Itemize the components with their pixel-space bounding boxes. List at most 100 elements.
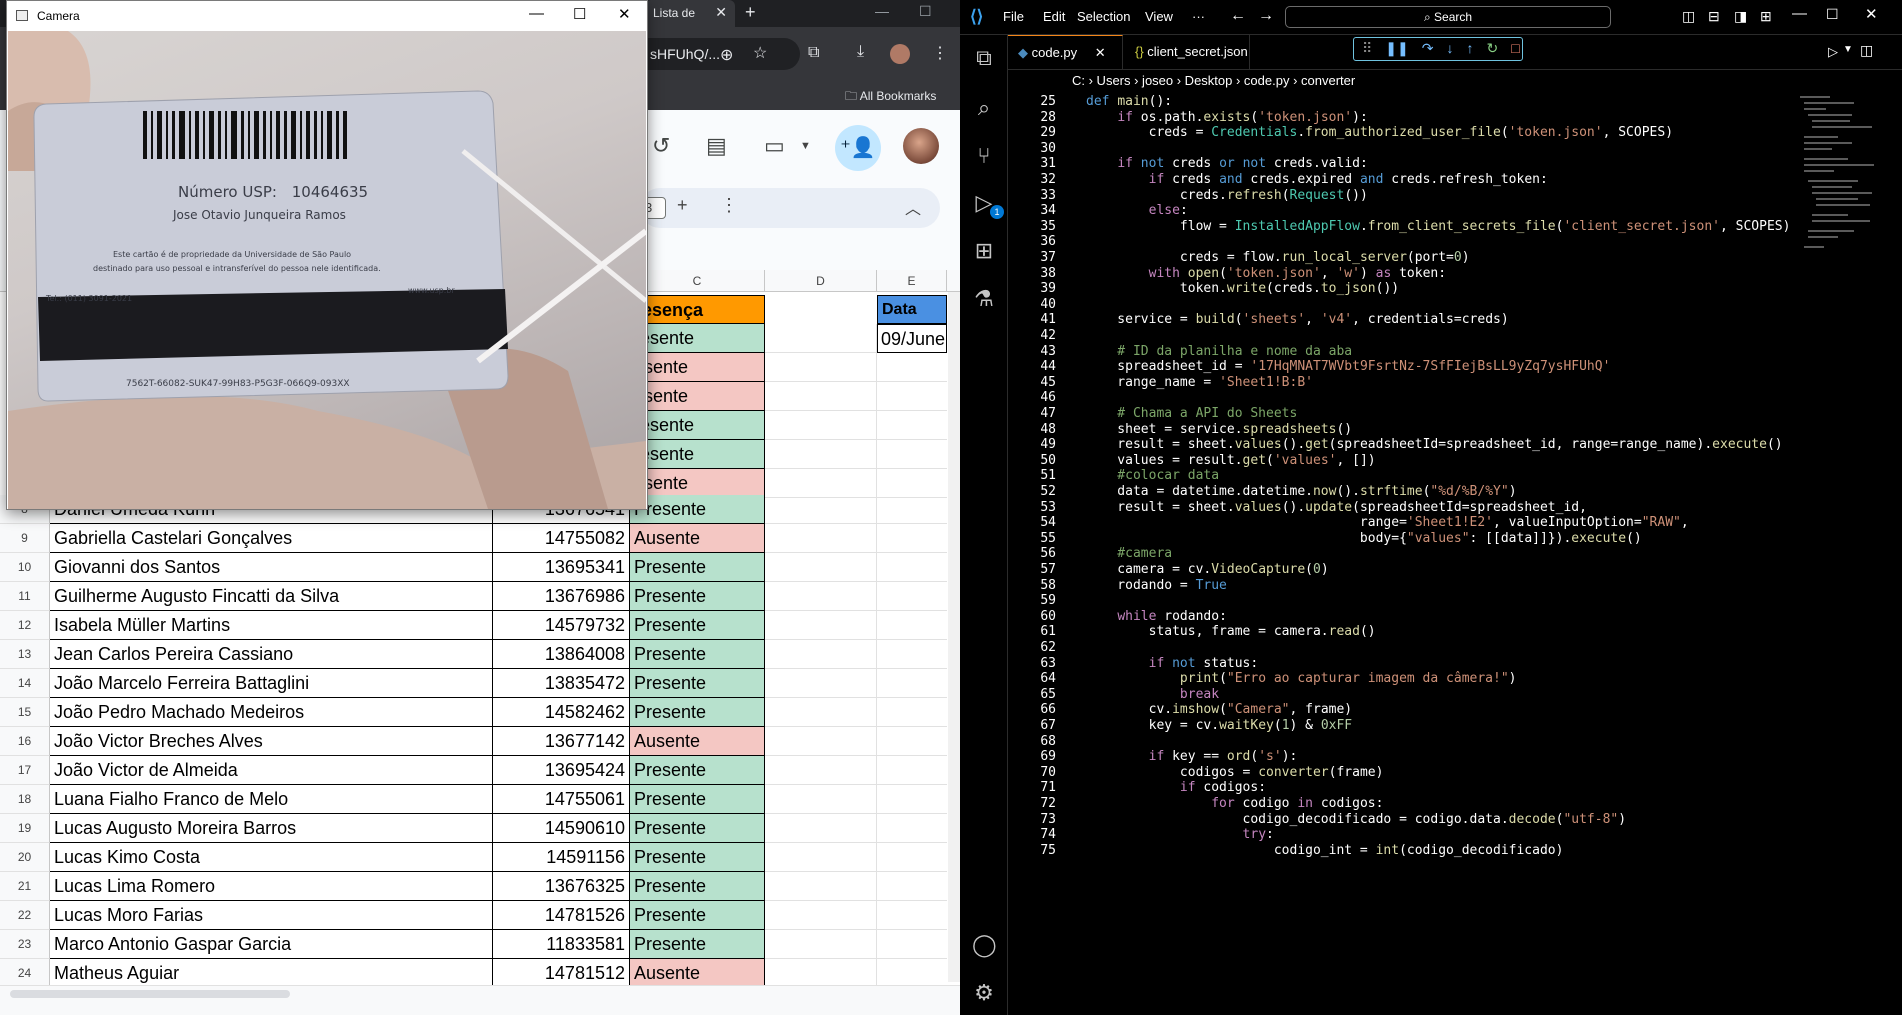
share-button[interactable]: ⁺👤: [835, 125, 881, 171]
name-cell[interactable]: Giovanni dos Santos: [50, 553, 493, 582]
name-cell[interactable]: Isabela Müller Martins: [50, 611, 493, 640]
code-line[interactable]: result = sheet.values().update(spreadshe…: [1086, 500, 1587, 515]
forward-arrow-icon[interactable]: →: [1258, 7, 1274, 25]
code-line[interactable]: creds = flow.run_local_server(port=0): [1086, 250, 1470, 265]
comments-icon[interactable]: ▤: [706, 133, 727, 159]
step-into-icon[interactable]: ↓: [1446, 40, 1453, 58]
code-line[interactable]: for codigo in codigos:: [1086, 796, 1383, 811]
gear-icon[interactable]: ⚙: [972, 980, 996, 1006]
code-line[interactable]: sheet = service.spreadsheets(): [1086, 422, 1352, 437]
status-cell[interactable]: Ausente: [630, 959, 765, 988]
status-cell[interactable]: resente: [630, 324, 765, 353]
close-icon[interactable]: ✕: [618, 5, 631, 23]
code-line[interactable]: camera = cv.VideoCapture(0): [1086, 562, 1328, 577]
usp-number-cell[interactable]: 13864008: [493, 640, 630, 669]
maximize-icon[interactable]: ☐: [919, 3, 932, 20]
code-line[interactable]: result = sheet.values().get(spreadsheetI…: [1086, 437, 1782, 452]
name-cell[interactable]: João Victor Breches Alves: [50, 727, 493, 756]
empty-cell[interactable]: [765, 814, 877, 843]
empty-cell[interactable]: [877, 930, 947, 959]
empty-cell[interactable]: [765, 756, 877, 785]
row-number[interactable]: 20: [0, 843, 50, 872]
usp-number-cell[interactable]: 13677142: [493, 727, 630, 756]
name-cell[interactable]: Lucas Kimo Costa: [50, 843, 493, 872]
row-number[interactable]: 21: [0, 872, 50, 901]
layout-sidebar-icon[interactable]: ◫: [1682, 8, 1695, 25]
status-cell[interactable]: Presente: [630, 611, 765, 640]
status-cell[interactable]: Presente: [630, 495, 765, 524]
status-cell[interactable]: resente: [630, 411, 765, 440]
empty-cell[interactable]: [877, 640, 947, 669]
name-cell[interactable]: Lucas Lima Romero: [50, 872, 493, 901]
usp-number-cell[interactable]: 14755082: [493, 524, 630, 553]
code-editor[interactable]: 25 def main(): 28 if os.path.exists('token…: [1008, 92, 1828, 1015]
explorer-icon[interactable]: ⧉: [972, 45, 996, 71]
empty-cell[interactable]: [765, 640, 877, 669]
name-cell[interactable]: Guilherme Augusto Fincatti da Silva: [50, 582, 493, 611]
back-arrow-icon[interactable]: ←: [1230, 7, 1246, 25]
empty-cell[interactable]: [765, 930, 877, 959]
code-line[interactable]: range='Sheet1!E2', valueInputOption="RAW…: [1086, 515, 1689, 530]
menu-more[interactable]: ···: [1192, 9, 1205, 24]
name-cell[interactable]: Lucas Moro Farias: [50, 901, 493, 930]
empty-cell[interactable]: [877, 727, 947, 756]
usp-number-cell[interactable]: 13676986: [493, 582, 630, 611]
usp-number-cell[interactable]: 14781512: [493, 959, 630, 988]
status-cell[interactable]: Presente: [630, 814, 765, 843]
empty-cell[interactable]: [765, 611, 877, 640]
more-options-icon[interactable]: ⋮: [720, 195, 738, 216]
code-line[interactable]: codigo_int = int(codigo_decodificado): [1086, 843, 1564, 858]
code-line[interactable]: with open('token.json', 'w') as token:: [1086, 266, 1446, 281]
chevron-down-icon[interactable]: ▼: [1843, 44, 1853, 55]
chevron-down-icon[interactable]: ▼: [800, 140, 811, 152]
extensions-icon[interactable]: ⊞: [972, 238, 996, 264]
code-line[interactable]: if not status:: [1086, 656, 1259, 671]
row-number[interactable]: 11: [0, 582, 50, 611]
row-number[interactable]: 22: [0, 901, 50, 930]
code-line[interactable]: token.write(creds.to_json()): [1086, 281, 1399, 296]
status-cell[interactable]: usente: [630, 469, 765, 498]
usp-number-cell[interactable]: 13676325: [493, 872, 630, 901]
empty-cell[interactable]: [765, 440, 877, 469]
empty-cell[interactable]: [765, 843, 877, 872]
close-tab-icon[interactable]: ✕: [1095, 45, 1106, 60]
header-data[interactable]: Data: [877, 295, 947, 324]
empty-cell[interactable]: [765, 524, 877, 553]
menu-selection[interactable]: Selection: [1077, 9, 1130, 24]
code-line[interactable]: #colocar data: [1086, 468, 1219, 483]
close-tab-icon[interactable]: ✕: [715, 4, 727, 21]
empty-cell[interactable]: [765, 959, 877, 988]
row-number[interactable]: 24: [0, 959, 50, 988]
code-line[interactable]: key = cv.waitKey(1) & 0xFF: [1086, 718, 1353, 733]
code-line[interactable]: def main():: [1086, 94, 1172, 109]
row-number[interactable]: 18: [0, 785, 50, 814]
empty-cell[interactable]: [877, 843, 947, 872]
code-line[interactable]: while rodando:: [1086, 609, 1227, 624]
meet-icon[interactable]: ▭: [764, 133, 785, 159]
code-line[interactable]: spreadsheet_id = '17HqMNAT7WVbt9FsrtNz-7…: [1086, 359, 1610, 374]
row-number[interactable]: 14: [0, 669, 50, 698]
empty-cell[interactable]: [877, 382, 947, 411]
breadcrumb[interactable]: C: › Users › joseo › Desktop › code.py ›…: [1008, 70, 1902, 92]
name-cell[interactable]: Gabriella Castelari Gonçalves: [50, 524, 493, 553]
status-cell[interactable]: Presente: [630, 582, 765, 611]
empty-cell[interactable]: [765, 324, 877, 353]
status-cell[interactable]: Ausente: [630, 727, 765, 756]
usp-number-cell[interactable]: 14781526: [493, 901, 630, 930]
code-line[interactable]: if creds and creds.expired and creds.ref…: [1086, 172, 1548, 187]
column-header-c[interactable]: C: [630, 270, 765, 292]
usp-number-cell[interactable]: 14755061: [493, 785, 630, 814]
stop-icon[interactable]: □: [1511, 40, 1519, 58]
column-header-d[interactable]: D: [765, 270, 877, 292]
status-cell[interactable]: Presente: [630, 640, 765, 669]
empty-cell[interactable]: [765, 469, 877, 498]
row-number[interactable]: 9: [0, 524, 50, 553]
status-cell[interactable]: usente: [630, 382, 765, 411]
new-tab-icon[interactable]: +: [745, 2, 756, 23]
minimize-icon[interactable]: —: [1792, 5, 1807, 22]
empty-cell[interactable]: [765, 727, 877, 756]
usp-number-cell[interactable]: 14582462: [493, 698, 630, 727]
name-cell[interactable]: João Marcelo Ferreira Battaglini: [50, 669, 493, 698]
code-line[interactable]: else:: [1086, 203, 1188, 218]
maximize-icon[interactable]: ☐: [573, 5, 586, 23]
